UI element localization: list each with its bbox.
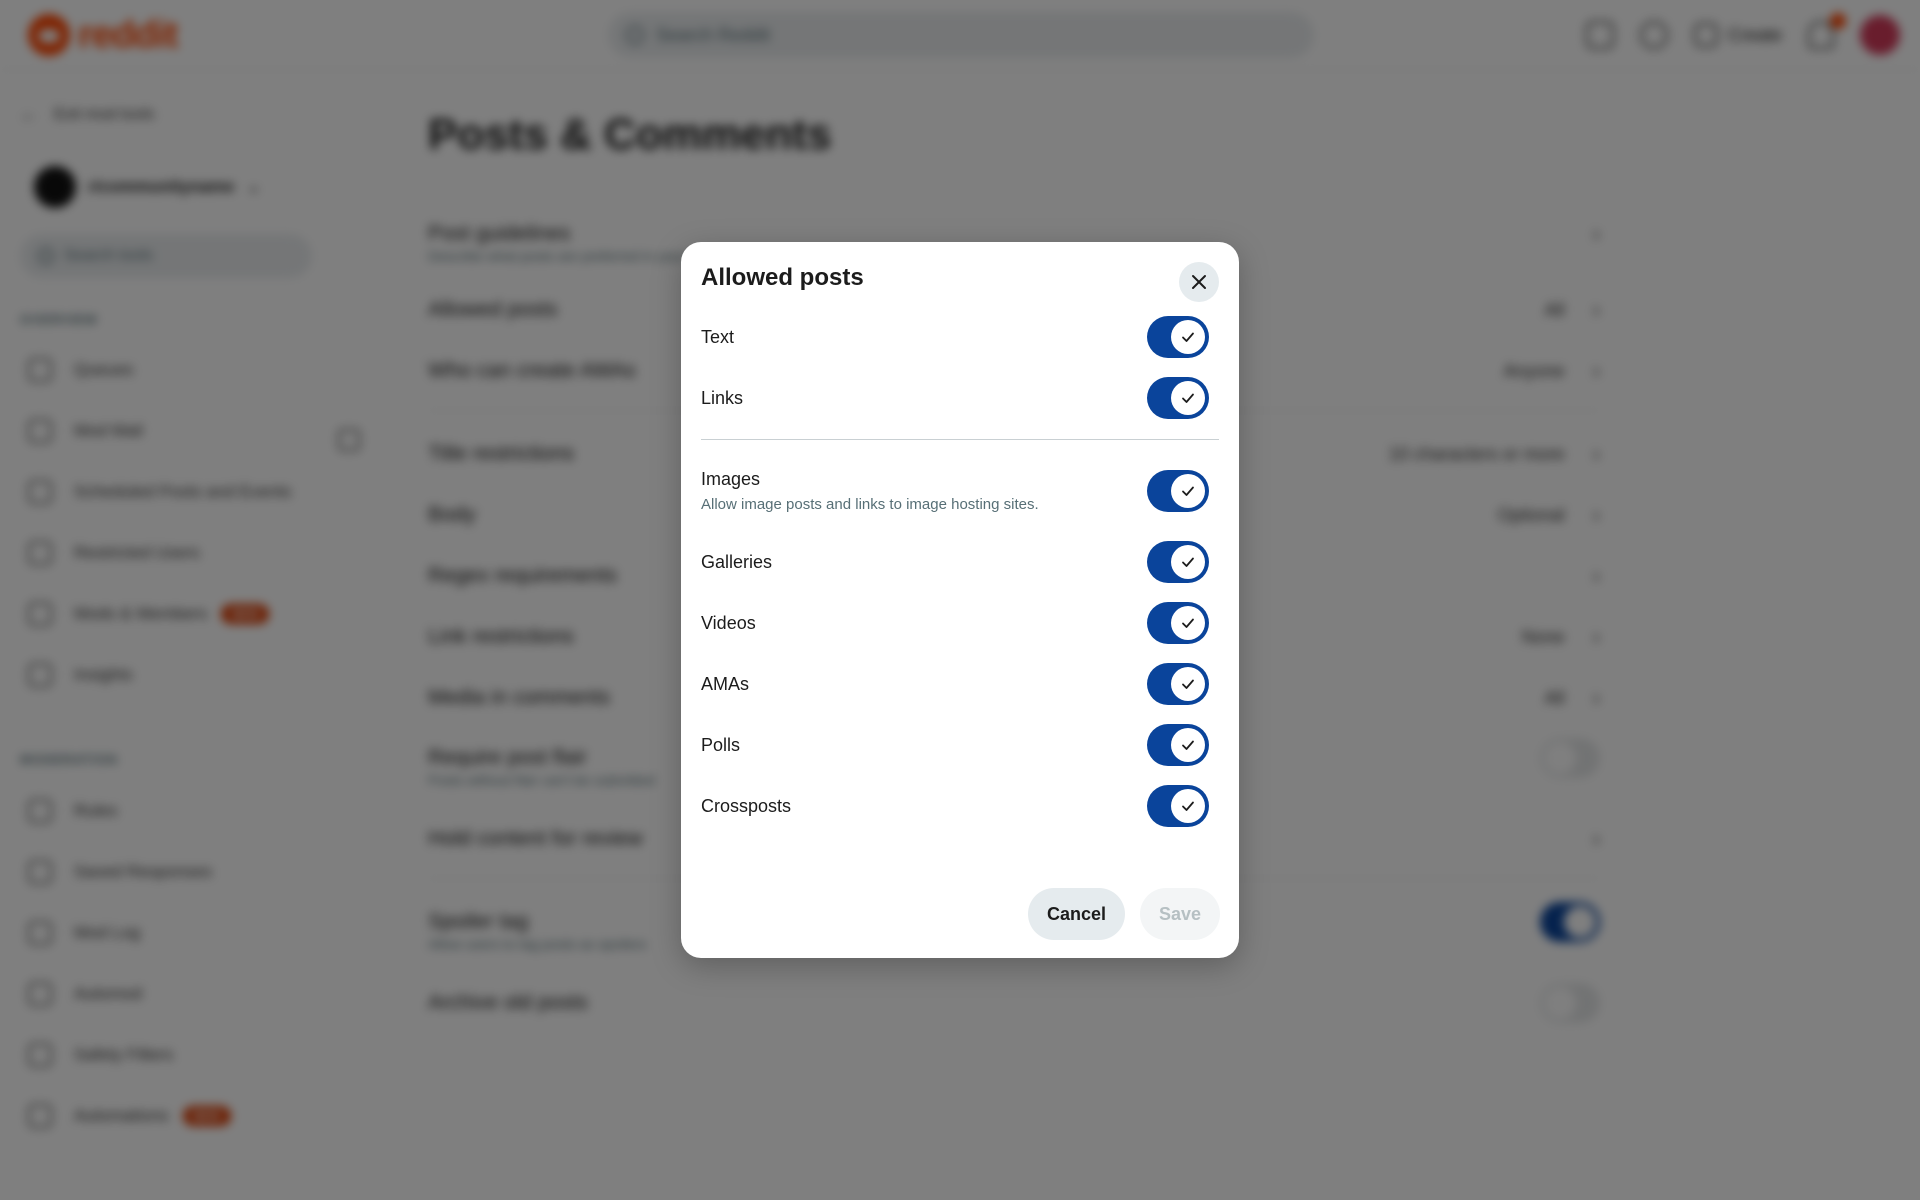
checkmark-icon: [1171, 606, 1205, 640]
checkmark-icon: [1171, 381, 1205, 415]
checkmark-icon: [1171, 667, 1205, 701]
amas-toggle[interactable]: [1147, 663, 1209, 705]
checkmark-icon: [1171, 789, 1205, 823]
checkmark-icon: [1171, 545, 1205, 579]
polls-toggle[interactable]: [1147, 724, 1209, 766]
option-label: Text: [701, 326, 735, 347]
option-row-galleries: Galleries: [701, 541, 1219, 583]
option-row-videos: Videos: [701, 602, 1219, 644]
allowed-posts-dialog: Allowed posts Text Links Images Allow ima…: [681, 242, 1239, 958]
dialog-title: Allowed posts: [701, 264, 864, 291]
option-label: Crossposts: [701, 795, 792, 816]
close-icon: [1192, 275, 1206, 289]
option-label: Videos: [701, 612, 756, 633]
option-label: Galleries: [701, 551, 773, 572]
option-row-images: Images Allow image posts and links to ima…: [701, 469, 1219, 513]
option-label: Images: [701, 469, 761, 489]
option-row-amas: AMAs: [701, 663, 1219, 705]
save-button[interactable]: Save: [1140, 888, 1220, 940]
cancel-button[interactable]: Cancel: [1028, 888, 1125, 940]
option-row-polls: Polls: [701, 724, 1219, 766]
checkmark-icon: [1171, 474, 1205, 508]
crossposts-toggle[interactable]: [1147, 785, 1209, 827]
close-button[interactable]: [1179, 262, 1219, 302]
option-row-text: Text: [701, 316, 1219, 358]
option-description: Allow image posts and links to image hos…: [701, 496, 1039, 513]
checkmark-icon: [1171, 320, 1205, 354]
option-row-crossposts: Crossposts: [701, 785, 1219, 827]
option-label: Polls: [701, 734, 741, 755]
images-toggle[interactable]: [1147, 470, 1209, 512]
checkmark-icon: [1171, 728, 1205, 762]
videos-toggle[interactable]: [1147, 602, 1209, 644]
option-row-links: Links: [701, 377, 1219, 419]
options-divider: [701, 439, 1219, 440]
option-label: Links: [701, 387, 744, 408]
links-toggle[interactable]: [1147, 377, 1209, 419]
text-toggle[interactable]: [1147, 316, 1209, 358]
option-label: AMAs: [701, 673, 750, 694]
galleries-toggle[interactable]: [1147, 541, 1209, 583]
